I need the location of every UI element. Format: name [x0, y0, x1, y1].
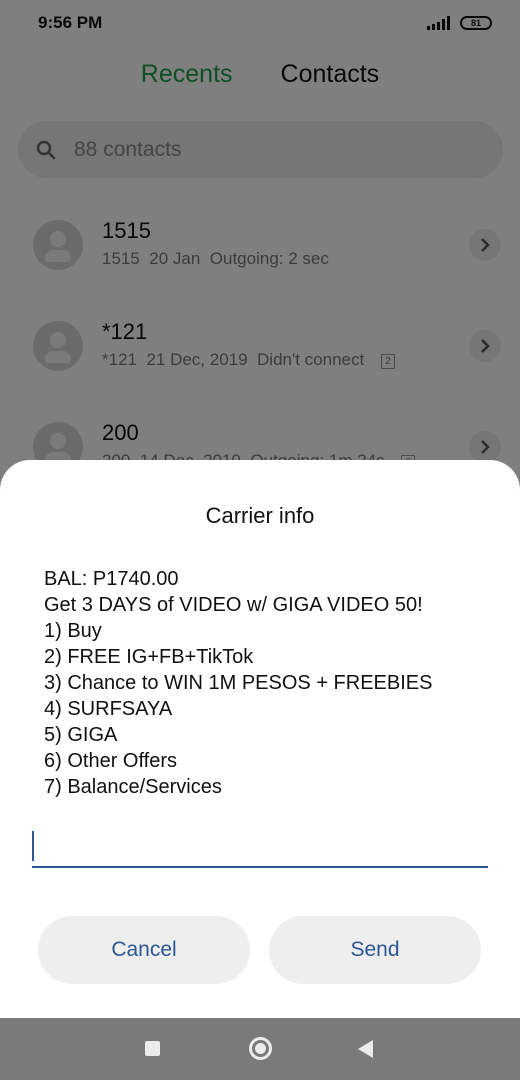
- ussd-message: BAL: P1740.00 Get 3 DAYS of VIDEO w/ GIG…: [44, 566, 494, 800]
- message-line: 1) Buy: [44, 620, 102, 642]
- message-line: Get 3 DAYS of VIDEO w/ GIGA VIDEO 50!: [44, 594, 423, 616]
- message-line: 6) Other Offers: [44, 750, 178, 772]
- message-line: 2) FREE IG+FB+TikTok: [44, 646, 254, 668]
- cancel-button[interactable]: Cancel: [38, 916, 250, 984]
- send-button[interactable]: Send: [269, 916, 481, 984]
- triangle-back-icon[interactable]: [358, 1040, 373, 1058]
- message-line: 3) Chance to WIN 1M PESOS + FREEBIES: [44, 672, 433, 694]
- square-icon[interactable]: [145, 1041, 160, 1056]
- dialog-title: Carrier info: [205, 503, 315, 528]
- circle-icon[interactable]: [249, 1037, 272, 1060]
- message-line: 7) Balance/Services: [44, 776, 222, 798]
- message-line: BAL: P1740.00: [44, 568, 179, 590]
- ussd-reply-input[interactable]: [32, 826, 488, 868]
- carrier-info-dialog: Carrier info BAL: P1740.00 Get 3 DAYS of…: [0, 460, 520, 1018]
- navigation-bar: [0, 1018, 520, 1080]
- message-line: 4) SURFSAYA: [44, 698, 173, 720]
- text-cursor: [32, 831, 34, 861]
- message-line: 5) GIGA: [44, 724, 118, 746]
